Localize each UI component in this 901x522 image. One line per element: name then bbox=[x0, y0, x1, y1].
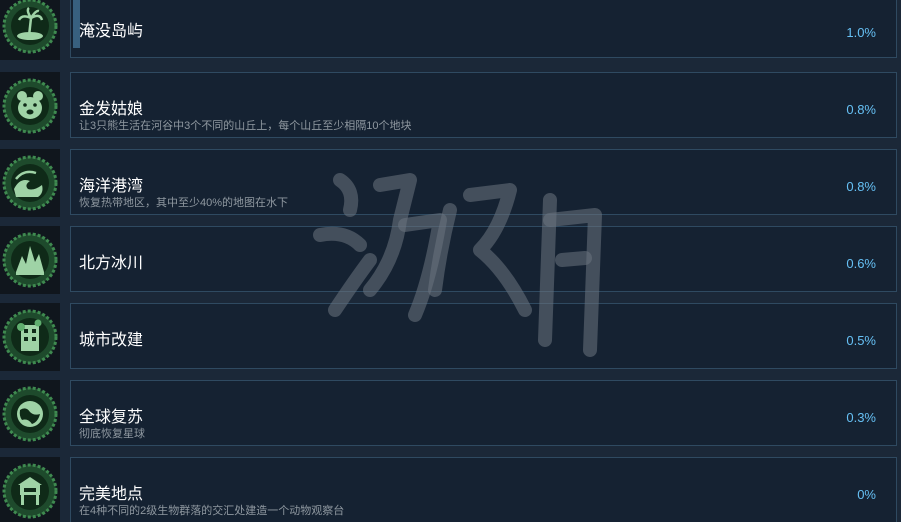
unlock-percent: 1.0% bbox=[846, 25, 876, 40]
achievement-title: 淹没岛屿 bbox=[79, 23, 144, 40]
achievement-description: 让3只熊生活在河谷中3个不同的山丘上，每个山丘至少相隔10个地块 bbox=[79, 120, 412, 132]
unlock-percent: 0.5% bbox=[846, 333, 876, 348]
palm-island-icon bbox=[2, 0, 58, 54]
achievement-icon-frame bbox=[0, 303, 60, 371]
achievement-icon-frame bbox=[0, 226, 60, 294]
globe-icon bbox=[2, 386, 58, 442]
achievement-title: 北方冰川 bbox=[79, 255, 144, 272]
achievement-row[interactable]: 全球复苏 彻底恢复星球 0.3% bbox=[0, 380, 901, 448]
achievement-row[interactable]: 北方冰川 0.6% bbox=[0, 226, 901, 294]
achievement-row[interactable]: 金发姑娘 让3只熊生活在河谷中3个不同的山丘上，每个山丘至少相隔10个地块 0.… bbox=[0, 72, 901, 140]
glacier-trees-icon bbox=[2, 232, 58, 288]
achievement-card: 淹没岛屿 1.0% bbox=[70, 0, 897, 58]
achievement-title: 金发姑娘 bbox=[79, 101, 144, 118]
achievement-description: 在4种不同的2级生物群落的交汇处建造一个动物观察台 bbox=[79, 505, 345, 517]
achievement-card: 完美地点 在4种不同的2级生物群落的交汇处建造一个动物观察台 0% bbox=[70, 457, 897, 522]
achievement-icon-frame bbox=[0, 380, 60, 448]
observation-deck-icon bbox=[2, 463, 58, 519]
achievement-icon-frame bbox=[0, 149, 60, 217]
achievement-title: 海洋港湾 bbox=[79, 178, 144, 195]
achievement-icon-frame bbox=[0, 457, 60, 522]
unlock-percent: 0.8% bbox=[846, 179, 876, 194]
unlock-percent: 0.8% bbox=[846, 102, 876, 117]
achievement-list: 淹没岛屿 1.0% 金发姑娘 让3只熊生活在河谷中3个不同的山丘上，每个山丘至少… bbox=[0, 0, 901, 522]
achievement-title: 全球复苏 bbox=[79, 409, 144, 426]
achievement-card: 全球复苏 彻底恢复星球 0.3% bbox=[70, 380, 897, 446]
achievement-card: 金发姑娘 让3只熊生活在河谷中3个不同的山丘上，每个山丘至少相隔10个地块 0.… bbox=[70, 72, 897, 138]
ocean-wave-icon bbox=[2, 155, 58, 211]
achievement-title: 完美地点 bbox=[79, 486, 144, 503]
achievement-description: 恢复热带地区，其中至少40%的地图在水下 bbox=[79, 197, 289, 209]
overgrown-building-icon bbox=[2, 309, 58, 365]
achievement-row[interactable]: 海洋港湾 恢复热带地区，其中至少40%的地图在水下 0.8% bbox=[0, 149, 901, 217]
achievement-row[interactable]: 完美地点 在4种不同的2级生物群落的交汇处建造一个动物观察台 0% bbox=[0, 457, 901, 522]
achievement-card: 北方冰川 0.6% bbox=[70, 226, 897, 292]
achievement-icon-frame bbox=[0, 0, 60, 60]
unlock-percent: 0% bbox=[857, 487, 876, 502]
achievement-card: 城市改建 0.5% bbox=[70, 303, 897, 369]
bear-face-icon bbox=[2, 78, 58, 134]
achievement-description: 彻底恢复星球 bbox=[79, 428, 145, 440]
achievement-title: 城市改建 bbox=[79, 332, 144, 349]
achievement-row[interactable]: 城市改建 0.5% bbox=[0, 303, 901, 371]
unlock-percent: 0.6% bbox=[846, 256, 876, 271]
achievement-card: 海洋港湾 恢复热带地区，其中至少40%的地图在水下 0.8% bbox=[70, 149, 897, 215]
achievement-row[interactable]: 淹没岛屿 1.0% bbox=[0, 0, 901, 60]
unlock-percent: 0.3% bbox=[846, 410, 876, 425]
achievement-icon-frame bbox=[0, 72, 60, 140]
